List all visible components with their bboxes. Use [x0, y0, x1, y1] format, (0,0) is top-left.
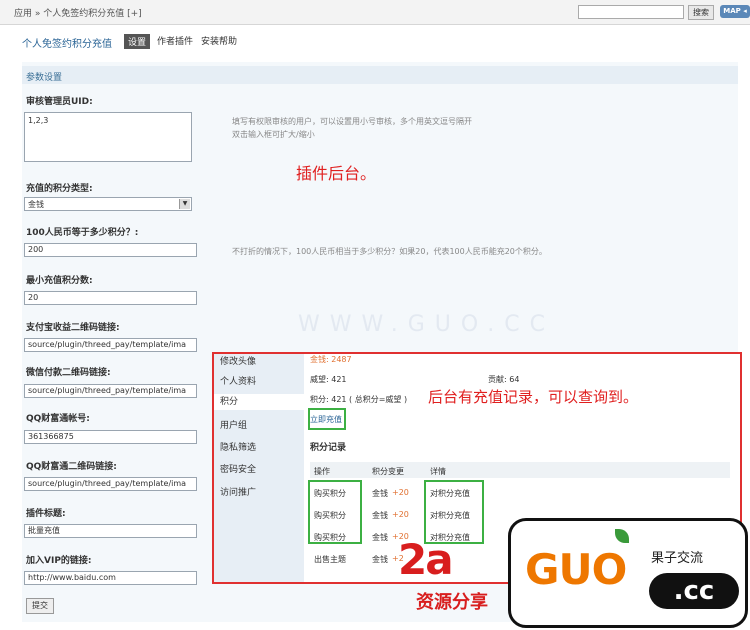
- row-action: 购买积分: [314, 489, 346, 498]
- row-action: 出售主题: [314, 555, 346, 564]
- credit-type-select[interactable]: 金钱 ▼: [24, 197, 192, 211]
- records-title: 积分记录: [310, 443, 347, 453]
- guo-logo: GUO 果子交流 .cc: [508, 518, 748, 628]
- row-change: +20: [392, 510, 409, 519]
- column-action: 操作: [314, 467, 330, 476]
- annotation-records: 后台有充值记录，可以查询到。: [428, 388, 639, 406]
- contribution-value: 贡献: 64: [488, 375, 520, 384]
- row-detail: 对积分充值: [430, 511, 470, 520]
- plugin-title: 个人免签约积分充值: [22, 39, 112, 50]
- plugin-title-label: 插件标题:: [26, 509, 66, 519]
- logo-cc-text: .cc: [649, 573, 739, 609]
- alipay-qr-input[interactable]: source/plugin/threed_pay/template/ima: [24, 338, 197, 352]
- row-action: 购买积分: [314, 533, 346, 542]
- leaf-icon: [615, 529, 629, 543]
- row-currency: 金钱: [372, 555, 388, 564]
- row-currency: 金钱: [372, 489, 388, 498]
- column-change: 积分变更: [372, 467, 404, 476]
- qq-account-input[interactable]: 361366875: [24, 430, 197, 444]
- prestige-value: 威望: 421: [310, 375, 347, 384]
- qq-qr-label: QQ财富通二维码链接:: [26, 462, 117, 472]
- row-change: +20: [392, 488, 409, 497]
- logo-guo-text: GUO: [525, 545, 627, 594]
- search-button[interactable]: 搜索: [688, 5, 714, 20]
- row-action: 购买积分: [314, 511, 346, 520]
- min-credit-input[interactable]: 20: [24, 291, 197, 305]
- top-bar: 应用 » 个人免签约积分充值 [+] 搜索 MAP ◂: [0, 0, 750, 25]
- map-button[interactable]: MAP ◂: [720, 5, 750, 18]
- logo-cn-text: 果子交流: [651, 551, 704, 566]
- tab-settings[interactable]: 设置: [124, 34, 151, 49]
- recharge-now-link[interactable]: 立即充值: [310, 414, 342, 425]
- column-detail: 详情: [430, 467, 446, 476]
- row-currency: 金钱: [372, 511, 388, 520]
- submit-button[interactable]: 提交: [26, 598, 54, 614]
- sidebar-item-usergroup[interactable]: 用户组: [220, 418, 247, 431]
- rate-input[interactable]: 200: [24, 243, 197, 257]
- stamp-2a: 2a: [398, 535, 454, 584]
- sidebar-item-avatar[interactable]: 修改头像: [220, 354, 256, 367]
- breadcrumb[interactable]: 应用 » 个人免签约积分充值 [+]: [14, 6, 142, 19]
- sidebar-item-credits[interactable]: 积分: [214, 394, 304, 410]
- admin-uid-hint-2: 双击输入框可扩大/缩小: [232, 130, 315, 139]
- vip-link-label: 加入VIP的链接:: [26, 556, 92, 566]
- min-credit-label: 最小充值积分数:: [26, 276, 93, 286]
- chevron-down-icon[interactable]: ▼: [179, 199, 190, 209]
- credit-type-value: 金钱: [28, 200, 44, 209]
- sidebar-item-profile[interactable]: 个人资料: [220, 374, 256, 387]
- plugin-title-input[interactable]: 批量充值: [24, 524, 197, 538]
- admin-uid-label: 审核管理员UID:: [26, 97, 93, 107]
- tab-author-plugins[interactable]: 作者插件: [157, 34, 193, 47]
- section-header: [22, 66, 738, 84]
- rate-label: 100人民币等于多少积分？:: [26, 228, 139, 238]
- alipay-qr-label: 支付宝收益二维码链接:: [26, 323, 120, 333]
- money-value: 金钱: 2487: [310, 355, 352, 364]
- wechat-qr-label: 微信付款二维码链接:: [26, 368, 111, 378]
- wechat-qr-input[interactable]: source/plugin/threed_pay/template/ima: [24, 384, 197, 398]
- annotation-backend: 插件后台。: [296, 164, 377, 183]
- search-input[interactable]: [578, 5, 684, 19]
- row-detail: 对积分充值: [430, 489, 470, 498]
- stamp-subtitle: 资源分享: [416, 592, 488, 613]
- credits-value: 积分: 421 ( 总积分=威望 ): [310, 395, 408, 404]
- sidebar-item-privacy[interactable]: 隐私筛选: [220, 440, 256, 453]
- section-title: 参数设置: [26, 73, 63, 83]
- qq-account-label: QQ财富通帐号:: [26, 414, 90, 424]
- admin-uid-textarea[interactable]: 1,2,3: [24, 112, 192, 162]
- qq-qr-input[interactable]: source/plugin/threed_pay/template/ima: [24, 477, 197, 491]
- row-currency: 金钱: [372, 533, 388, 542]
- sidebar-item-password[interactable]: 密码安全: [220, 462, 256, 475]
- rate-hint: 不打折的情况下，100人民币相当于多少积分？如果20，代表100人民币能充20个…: [232, 247, 547, 256]
- admin-uid-hint: 填写有权限审核的用户，可以设置用小号审核，多个用英文逗号隔开: [232, 117, 472, 126]
- vip-link-input[interactable]: http://www.baidu.com: [24, 571, 197, 585]
- tab-install-help[interactable]: 安装帮助: [201, 34, 237, 47]
- watermark-url: WWW.GUO.CC: [298, 312, 556, 337]
- sidebar-item-promotion[interactable]: 访问推广: [220, 485, 256, 498]
- credit-type-label: 充值的积分类型:: [26, 184, 93, 194]
